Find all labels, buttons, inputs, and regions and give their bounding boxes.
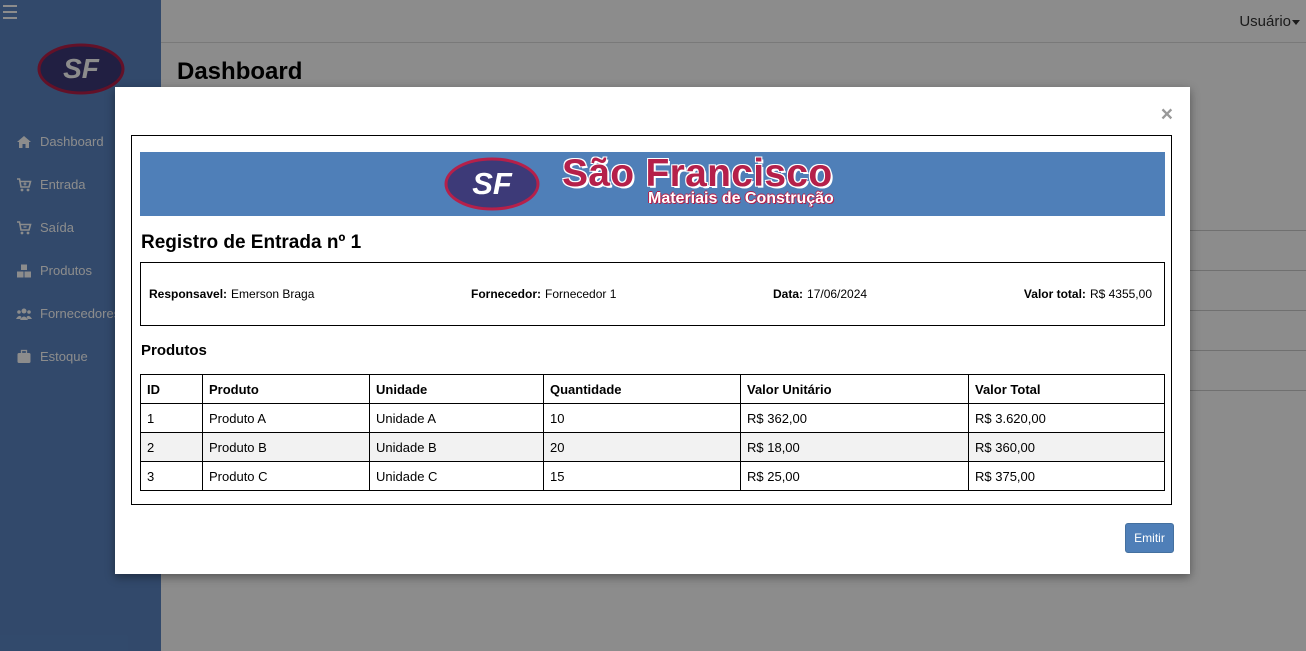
entry-info-box: Responsavel: Emerson Braga Fornecedor: For… bbox=[140, 262, 1165, 326]
data-label: Data: bbox=[773, 287, 804, 301]
cell-id: 2 bbox=[140, 432, 203, 462]
responsavel-field: Responsavel: Emerson Braga bbox=[149, 287, 314, 301]
cell-id: 3 bbox=[140, 461, 203, 491]
entry-record-modal: × SF São Francisco Materiais de Construç… bbox=[115, 87, 1190, 574]
cell-unidade: Unidade A bbox=[369, 403, 544, 433]
column-header-valor-total: Valor Total bbox=[968, 374, 1165, 404]
cell-quantidade: 15 bbox=[543, 461, 741, 491]
responsavel-label: Responsavel: bbox=[149, 287, 228, 301]
cell-unidade: Unidade B bbox=[369, 432, 544, 462]
valor-total-value: R$ 4355,00 bbox=[1089, 287, 1152, 301]
cell-valor-unitario: R$ 18,00 bbox=[740, 432, 969, 462]
column-header-quantidade: Quantidade bbox=[543, 374, 741, 404]
cell-valor-total: R$ 3.620,00 bbox=[968, 403, 1165, 433]
fornecedor-label: Fornecedor: bbox=[471, 287, 542, 301]
cell-produto: Produto B bbox=[202, 432, 370, 462]
column-header-valor-unitario: Valor Unitário bbox=[740, 374, 969, 404]
cell-quantidade: 20 bbox=[543, 432, 741, 462]
valor-total-field: Valor total: R$ 4355,00 bbox=[1024, 287, 1152, 301]
company-banner: SF São Francisco Materiais de Construção bbox=[140, 152, 1165, 216]
valor-total-label: Valor total: bbox=[1023, 287, 1086, 301]
products-table: ID Produto Unidade Quantidade Valor Unit… bbox=[140, 374, 1165, 491]
company-subtitle: Materiais de Construção bbox=[648, 190, 834, 207]
column-header-produto: Produto bbox=[202, 374, 370, 404]
table-row: 3 Produto C Unidade C 15 R$ 25,00 R$ 375… bbox=[140, 461, 1165, 491]
column-header-id: ID bbox=[140, 374, 203, 404]
fornecedor-value: Fornecedor 1 bbox=[545, 287, 617, 301]
cell-valor-unitario: R$ 362,00 bbox=[740, 403, 969, 433]
table-row: 1 Produto A Unidade A 10 R$ 362,00 R$ 3.… bbox=[140, 403, 1165, 433]
cell-valor-total: R$ 375,00 bbox=[968, 461, 1165, 491]
cell-valor-unitario: R$ 25,00 bbox=[740, 461, 969, 491]
fornecedor-field: Fornecedor: Fornecedor 1 bbox=[471, 287, 616, 301]
data-value: 17/06/2024 bbox=[807, 287, 868, 301]
cell-unidade: Unidade C bbox=[369, 461, 544, 491]
cell-produto: Produto C bbox=[202, 461, 370, 491]
cell-produto: Produto A bbox=[202, 403, 370, 433]
report-title: Registro de Entrada nº 1 bbox=[141, 232, 362, 253]
responsavel-value: Emerson Braga bbox=[231, 287, 315, 301]
cell-valor-total: R$ 360,00 bbox=[968, 432, 1165, 462]
emit-button[interactable]: Emitir bbox=[1125, 523, 1174, 553]
cell-id: 1 bbox=[140, 403, 203, 433]
sf-logo: SF bbox=[444, 157, 540, 211]
table-row: 2 Produto B Unidade B 20 R$ 18,00 R$ 360… bbox=[140, 432, 1165, 462]
column-header-unidade: Unidade bbox=[369, 374, 544, 404]
close-icon[interactable]: × bbox=[1161, 104, 1173, 125]
products-heading: Produtos bbox=[141, 342, 207, 359]
table-header-row: ID Produto Unidade Quantidade Valor Unit… bbox=[140, 374, 1165, 404]
data-field: Data: 17/06/2024 bbox=[773, 287, 867, 301]
sf-logo-text: SF bbox=[472, 166, 513, 201]
report-document: SF São Francisco Materiais de Construção… bbox=[131, 135, 1172, 505]
cell-quantidade: 10 bbox=[543, 403, 741, 433]
